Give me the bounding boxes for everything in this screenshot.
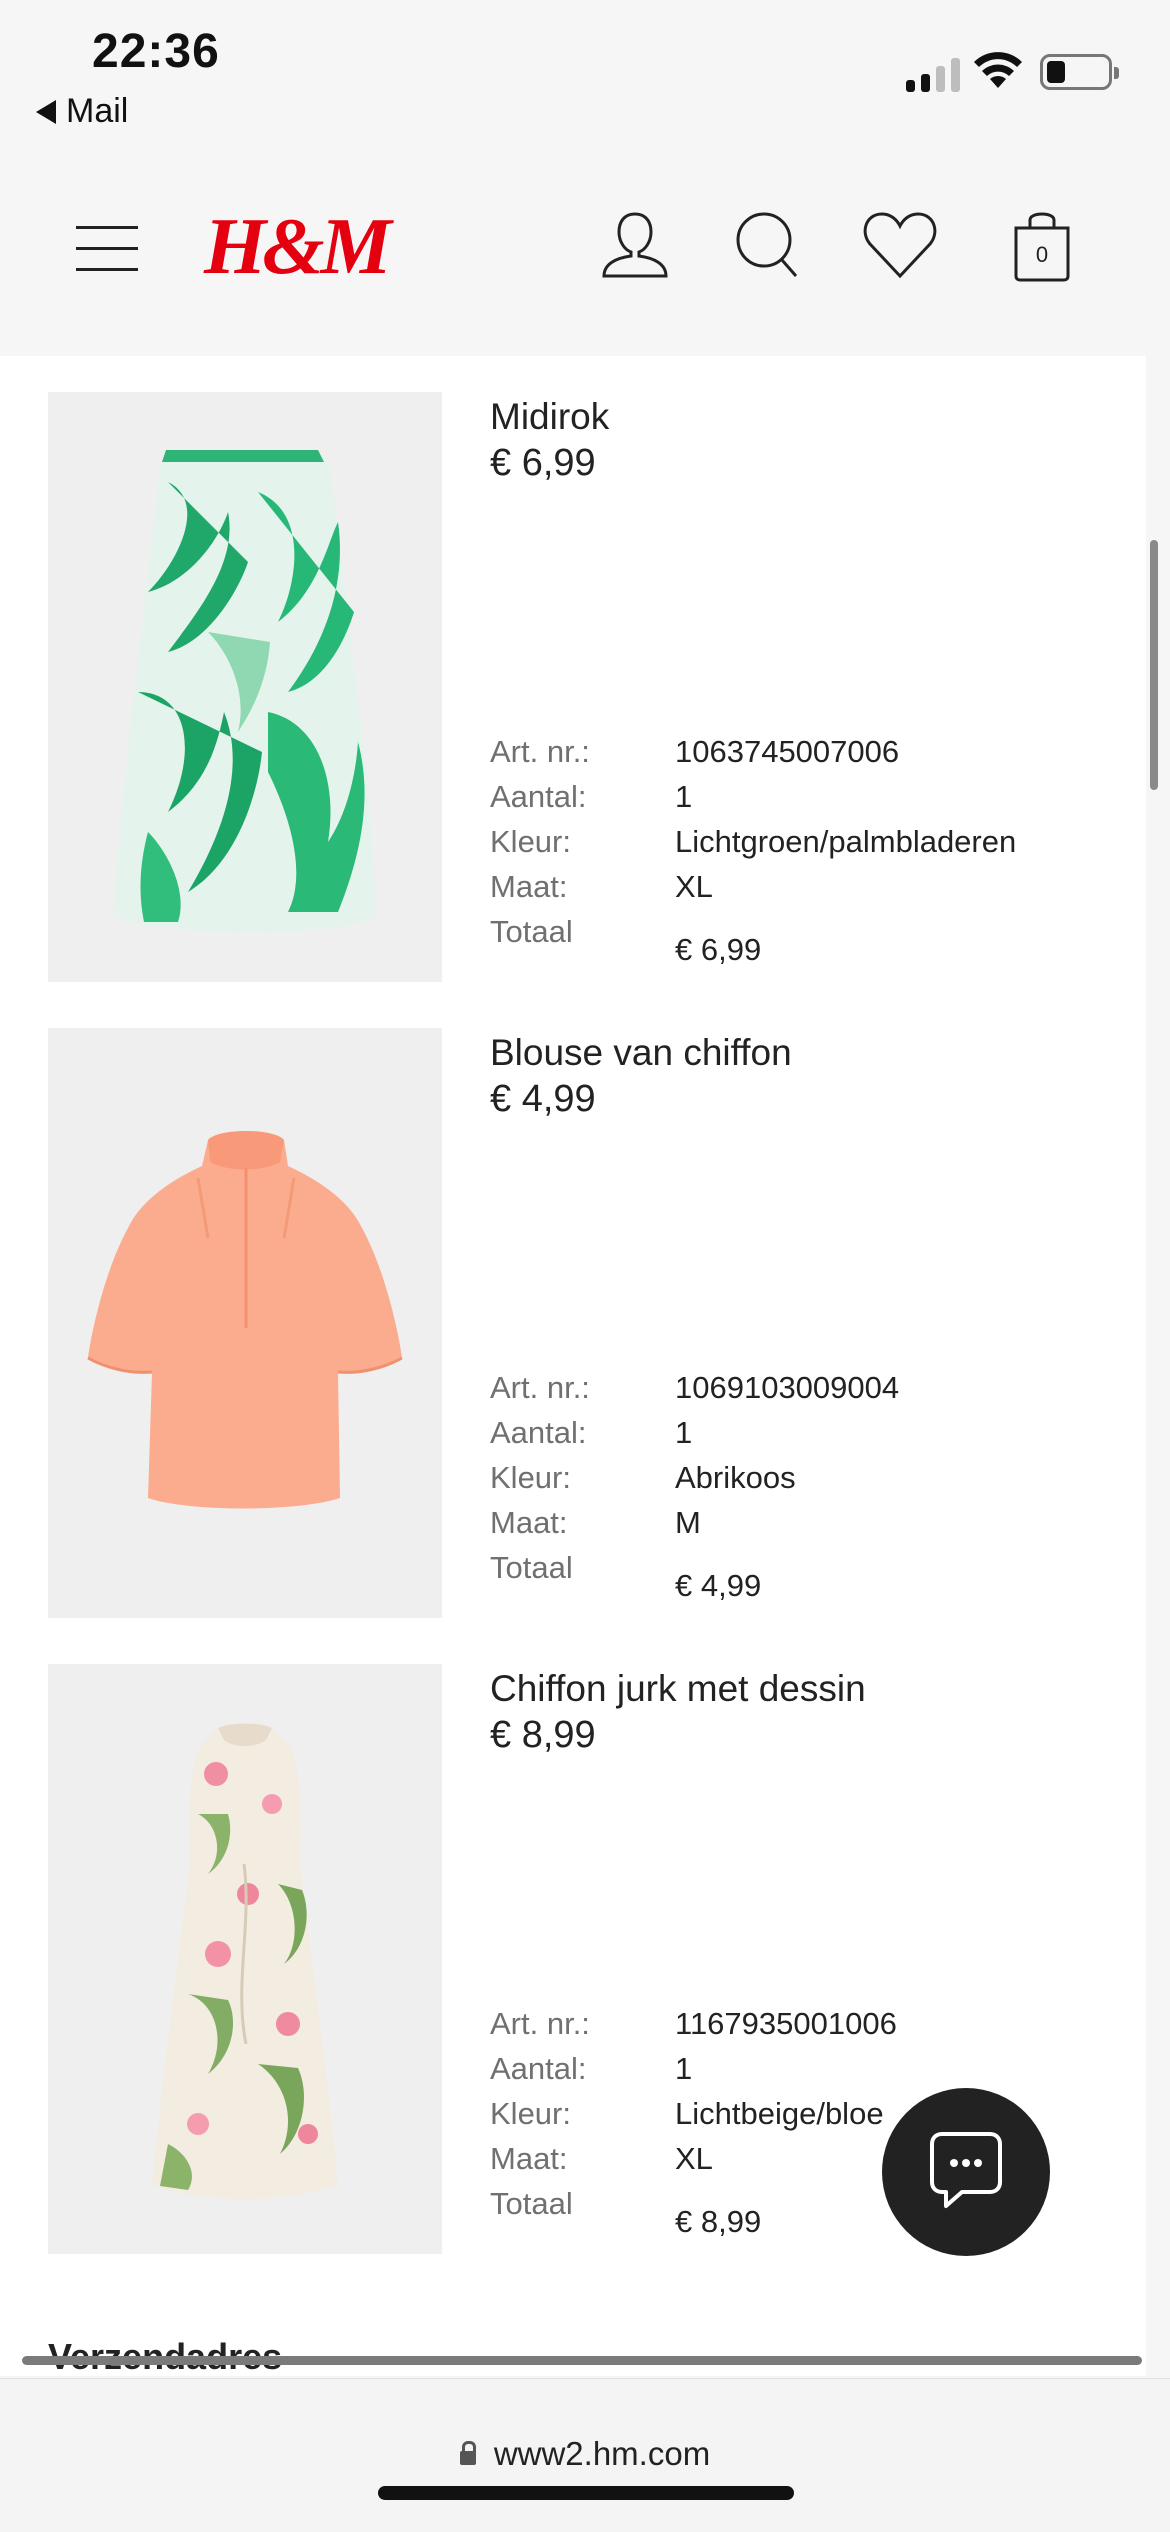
size-label: Maat: [490, 1505, 568, 1540]
total-value: € 6,99 [675, 932, 762, 967]
product-image-dress[interactable] [48, 1664, 442, 2254]
color-value: Abrikoos [675, 1460, 796, 1495]
total-label: Totaal [490, 1550, 573, 1585]
art-nr-value: 1069103009004 [675, 1370, 900, 1405]
wifi-icon [974, 52, 1022, 88]
vertical-scrollbar[interactable] [1150, 540, 1158, 790]
product-details: Art. nr.: 1069103009004 Aantal: 1 Kleur: Ab… [490, 1370, 1130, 1603]
size-value: XL [675, 869, 713, 904]
account-icon[interactable] [598, 208, 672, 282]
browser-url-bar[interactable]: www2.hm.com [0, 2378, 1170, 2532]
quantity-label: Aantal: [490, 779, 587, 814]
size-value: XL [675, 2141, 713, 2176]
total-value: € 4,99 [675, 1568, 762, 1603]
art-nr-label: Art. nr.: [490, 2006, 590, 2041]
quantity-label: Aantal: [490, 1415, 587, 1450]
product-name[interactable]: Chiffon jurk met dessin [490, 1668, 866, 1710]
total-value: € 8,99 [675, 2204, 762, 2239]
product-name[interactable]: Midirok [490, 396, 609, 438]
back-to-mail-button[interactable]: Mail [36, 92, 128, 131]
color-value: Lichtbeige/bloe [675, 2096, 884, 2131]
size-label: Maat: [490, 2141, 568, 2176]
product-image-midirok[interactable] [48, 392, 442, 982]
home-indicator[interactable] [378, 2486, 794, 2500]
bag-icon[interactable]: 0 [1010, 206, 1074, 284]
product-image-blouse[interactable] [48, 1028, 442, 1618]
quantity-value: 1 [675, 1415, 693, 1450]
cellular-signal-icon [906, 56, 960, 92]
order-item: Midirok € 6,99 Art. nr.: 1063745007006 Aa… [0, 392, 1146, 982]
lock-icon [459, 2441, 476, 2465]
site-header: H&M 0 [0, 150, 1170, 356]
color-label: Kleur: [490, 2096, 571, 2131]
url-text[interactable]: www2.hm.com [494, 2435, 710, 2472]
status-bar: 22:36 Mail [0, 0, 1170, 150]
size-label: Maat: [490, 869, 568, 904]
product-price: € 8,99 [490, 1714, 596, 1756]
product-details: Art. nr.: 1063745007006 Aantal: 1 Kleur: Li… [490, 734, 1130, 967]
quantity-value: 1 [675, 2051, 693, 2086]
heart-icon[interactable] [862, 208, 938, 282]
art-nr-label: Art. nr.: [490, 734, 590, 769]
menu-icon[interactable] [76, 226, 140, 272]
back-label: Mail [66, 92, 129, 130]
order-items: Midirok € 6,99 Art. nr.: 1063745007006 Aa… [0, 356, 1146, 2376]
total-label: Totaal [490, 2186, 573, 2221]
chat-bubble-icon [930, 2132, 1002, 2208]
search-icon[interactable] [734, 208, 804, 282]
art-nr-value: 1063745007006 [675, 734, 900, 769]
art-nr-label: Art. nr.: [490, 1370, 590, 1405]
order-item: Blouse van chiffon € 4,99 Art. nr.: 10691… [0, 1028, 1146, 1618]
total-label: Totaal [490, 914, 573, 949]
horizontal-scrollbar[interactable] [22, 2356, 1142, 2365]
art-nr-value: 1167935001006 [675, 2006, 897, 2041]
color-label: Kleur: [490, 1460, 571, 1495]
quantity-value: 1 [675, 779, 693, 814]
battery-icon [1040, 54, 1119, 90]
quantity-label: Aantal: [490, 2051, 587, 2086]
product-name[interactable]: Blouse van chiffon [490, 1032, 792, 1074]
product-price: € 6,99 [490, 442, 596, 484]
hm-logo[interactable]: H&M [204, 202, 392, 293]
product-price: € 4,99 [490, 1078, 596, 1120]
status-time: 22:36 [92, 25, 220, 78]
chat-button[interactable] [882, 2088, 1050, 2256]
back-arrow-icon [36, 99, 56, 124]
size-value: M [675, 1505, 701, 1540]
color-value: Lichtgroen/palmbladeren [675, 824, 1017, 859]
color-label: Kleur: [490, 824, 571, 859]
cart-count: 0 [1036, 242, 1048, 267]
